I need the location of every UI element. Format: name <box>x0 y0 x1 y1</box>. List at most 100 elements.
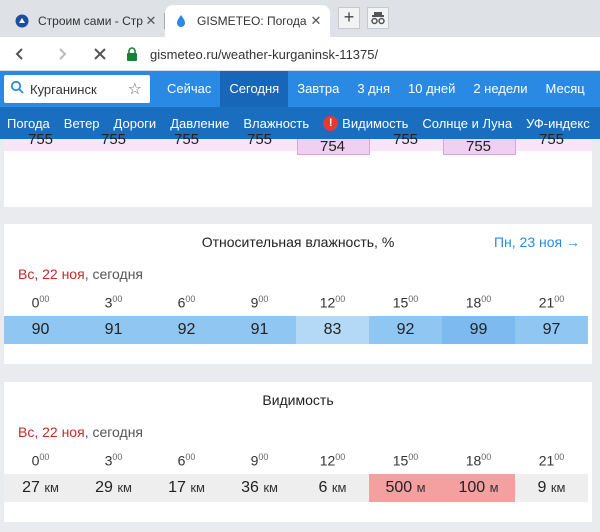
parameter-nav-label: Погода <box>7 115 50 131</box>
pressure-value: 755 <box>465 138 492 155</box>
visibility-value: 6 км <box>296 474 369 502</box>
time-label: 2100 <box>538 294 565 311</box>
address-bar[interactable]: gismeteo.ru/weather-kurganinsk-11375/ <box>120 41 600 67</box>
humidity-value: 99 <box>442 316 515 344</box>
parameter-nav-label: Ветер <box>63 115 100 131</box>
time-label: 900 <box>250 452 269 469</box>
visibility-value: 29 км <box>77 474 150 502</box>
parameter-nav-label: Влажность <box>243 115 310 131</box>
next-day-link[interactable]: Пн, 23 ноя → <box>494 234 580 250</box>
forward-arrow-icon[interactable] <box>50 42 74 66</box>
gismeteo-favicon-icon <box>173 13 189 29</box>
parameter-nav-item[interactable]: Влажность <box>236 116 316 131</box>
time-label: 1500 <box>392 452 419 469</box>
pressure-value: 755 <box>100 131 127 148</box>
pressure-value: 755 <box>246 131 273 148</box>
browser-toolbar: gismeteo.ru/weather-kurganinsk-11375/ <box>0 37 600 71</box>
visibility-value: 17 км <box>150 474 223 502</box>
back-arrow-icon[interactable] <box>8 42 32 66</box>
humidity-value: 91 <box>223 316 296 344</box>
browser-tab-stroim[interactable]: Строим сами - Страни ✕ <box>0 5 165 37</box>
visibility-value: 500 м <box>369 474 442 502</box>
pressure-value: 755 <box>27 131 54 148</box>
tab-title: GISMETEO: Погода в К <box>197 14 308 28</box>
parameter-nav-item[interactable]: УФ-индекс <box>519 116 597 131</box>
visibility-title: Видимость <box>262 392 334 408</box>
parameter-nav-item[interactable]: Ветер <box>57 116 107 131</box>
browser-tab-bar: Строим сами - Страни ✕ GISMETEO: Погода … <box>0 0 600 37</box>
parameter-nav-label: Дороги <box>113 115 157 131</box>
time-label: 1500 <box>392 294 419 311</box>
browser-tab-gismeteo[interactable]: GISMETEO: Погода в К ✕ <box>165 5 330 37</box>
time-label: 600 <box>177 294 196 311</box>
period-tabs: Сейчас Сегодня Завтра 3 дня 10 дней 2 недели М… <box>158 71 594 107</box>
parameter-nav-label: Солнце и Луна <box>422 115 513 131</box>
search-city-value: Курганинск <box>30 81 97 97</box>
time-label: 900 <box>250 294 269 311</box>
period-tab[interactable]: Завтра <box>288 71 348 107</box>
humidity-value: 97 <box>515 316 588 344</box>
lock-icon <box>126 47 140 61</box>
period-tab[interactable]: 2 недели <box>464 71 536 107</box>
pressure-value: 755 <box>392 131 419 148</box>
site-header: Курганинск ☆ Сейчас Сегодня Завтра 3 дня 10 … <box>0 71 600 107</box>
period-tab[interactable]: 3 дня <box>348 71 399 107</box>
humidity-times: 000 300 600 900 1200 1500 1800 2100 <box>4 294 592 312</box>
parameter-nav-item[interactable]: Дороги <box>107 116 164 131</box>
visibility-value: 36 км <box>223 474 296 502</box>
visibility-card: Видимость Вс, 22 ноя, сегодня 000 300 600 9… <box>4 382 592 522</box>
incognito-icon[interactable] <box>367 7 389 29</box>
time-label: 000 <box>31 452 50 469</box>
humidity-value: 91 <box>77 316 150 344</box>
pressure-value: 755 <box>173 131 200 148</box>
time-label: 1200 <box>319 294 346 311</box>
time-label: 2100 <box>538 452 565 469</box>
parameter-nav-label: Давление <box>170 115 230 131</box>
period-tab[interactable]: Месяц <box>537 71 594 107</box>
visibility-value: 100 м <box>442 474 515 502</box>
time-label: 600 <box>177 452 196 469</box>
url-text: gismeteo.ru/weather-kurganinsk-11375/ <box>150 46 379 62</box>
humidity-card: Относительная влажность, % Пн, 23 ноя → … <box>4 224 592 364</box>
time-label: 300 <box>104 294 123 311</box>
date-suffix: , сегодня <box>84 266 144 282</box>
pressure-strip: 755 755 755 755 754 755 755 755 <box>4 131 592 155</box>
parameter-nav-item[interactable]: Погода <box>0 116 57 131</box>
date-highlight: Вс, 22 ноя <box>18 424 85 440</box>
warning-icon: ! <box>323 115 339 131</box>
humidity-value: 83 <box>296 316 369 344</box>
time-label: 300 <box>104 452 123 469</box>
time-label: 000 <box>31 294 50 311</box>
parameter-nav-label: Видимость <box>342 115 409 131</box>
date-highlight: Вс, 22 ноя <box>18 266 85 282</box>
visibility-value: 27 км <box>4 474 77 502</box>
visibility-value: 9 км <box>515 474 588 502</box>
period-tab[interactable]: Сегодня <box>220 71 289 107</box>
city-search-input[interactable]: Курганинск ☆ <box>4 75 150 103</box>
visibility-values: 27 км 29 км 17 км 36 км 6 км 500 м 100 м9 км <box>4 474 592 502</box>
date-suffix: , сегодня <box>84 424 144 440</box>
parameter-nav-item[interactable]: ! Видимость <box>316 115 415 131</box>
close-tab-icon[interactable]: ✕ <box>143 13 159 29</box>
pressure-card-partial: 755 755 755 755 754 755 755 755 <box>4 131 592 207</box>
pressure-value: 754 <box>319 138 346 155</box>
visibility-date: Вс, 22 ноя, сегодня <box>18 424 143 440</box>
humidity-value: 90 <box>4 316 77 344</box>
time-label: 1800 <box>465 452 492 469</box>
period-tab[interactable]: Сейчас <box>158 71 220 107</box>
stop-loading-icon[interactable] <box>88 42 112 66</box>
period-tab[interactable]: 10 дней <box>399 71 464 107</box>
pressure-value: 755 <box>538 131 565 148</box>
favorite-star-icon[interactable]: ☆ <box>128 79 142 99</box>
close-tab-icon[interactable]: ✕ <box>308 13 324 29</box>
visibility-times: 000 300 600 900 1200 1500 1800 2100 <box>4 452 592 470</box>
new-tab-button[interactable]: + <box>338 7 360 29</box>
search-icon <box>10 80 24 99</box>
tab-title: Строим сами - Страни <box>38 14 143 28</box>
site-favicon-icon <box>14 13 30 29</box>
humidity-value: 92 <box>150 316 223 344</box>
humidity-date: Вс, 22 ноя, сегодня <box>18 266 143 282</box>
parameter-nav-item[interactable]: Давление <box>163 116 236 131</box>
parameter-nav-item[interactable]: Солнце и Луна <box>415 116 519 131</box>
time-label: 1800 <box>465 294 492 311</box>
